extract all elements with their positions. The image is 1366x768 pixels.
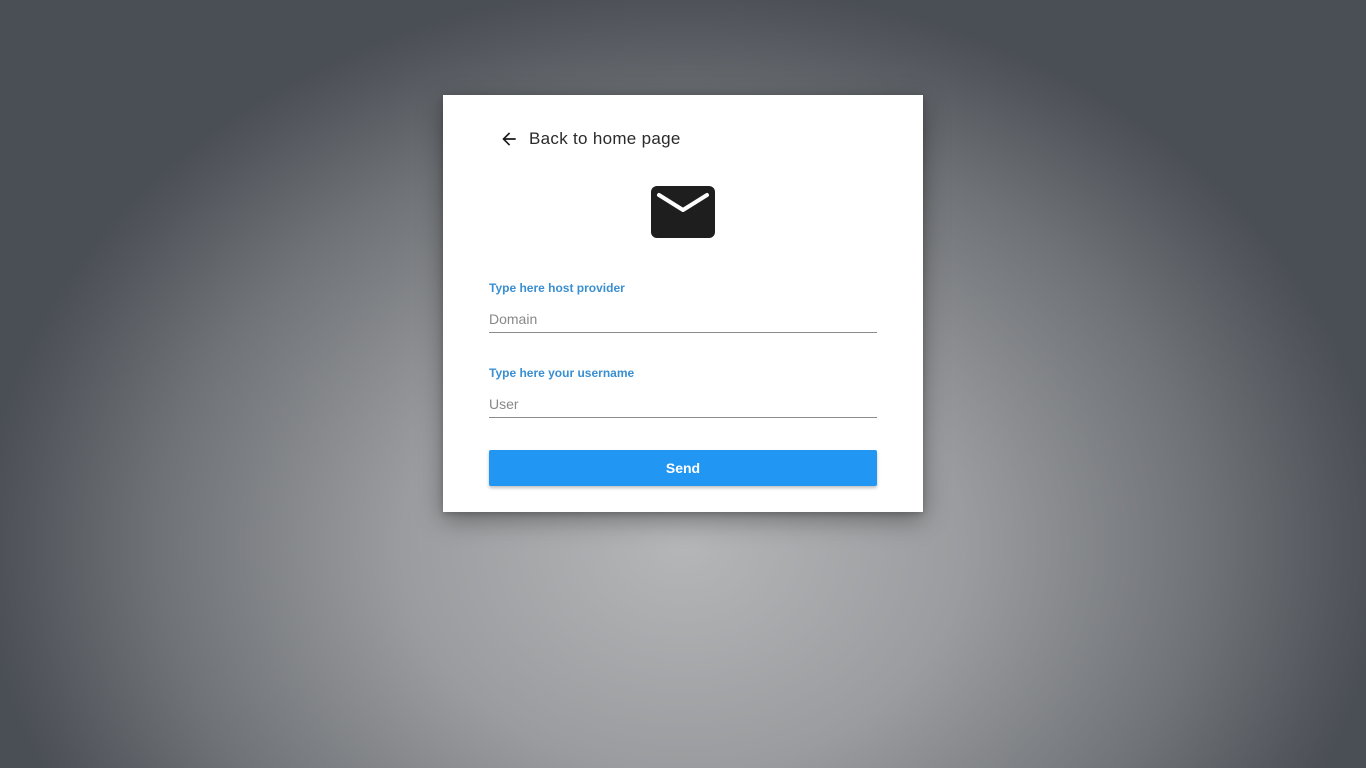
arrow-left-icon (502, 132, 516, 146)
send-button[interactable]: Send (489, 450, 877, 486)
domain-field-label: Type here host provider (489, 281, 625, 295)
mail-icon (651, 186, 715, 238)
username-field-group: Type here your username (489, 366, 877, 418)
back-link-label: Back to home page (529, 129, 681, 148)
username-input[interactable] (489, 396, 877, 418)
domain-field-group: Type here host provider (489, 281, 877, 333)
username-field-label: Type here your username (489, 366, 635, 380)
domain-input[interactable] (489, 311, 877, 333)
form-card: Back to home page Type here host provide… (443, 95, 923, 512)
back-to-home-link[interactable]: Back to home page (499, 129, 681, 149)
